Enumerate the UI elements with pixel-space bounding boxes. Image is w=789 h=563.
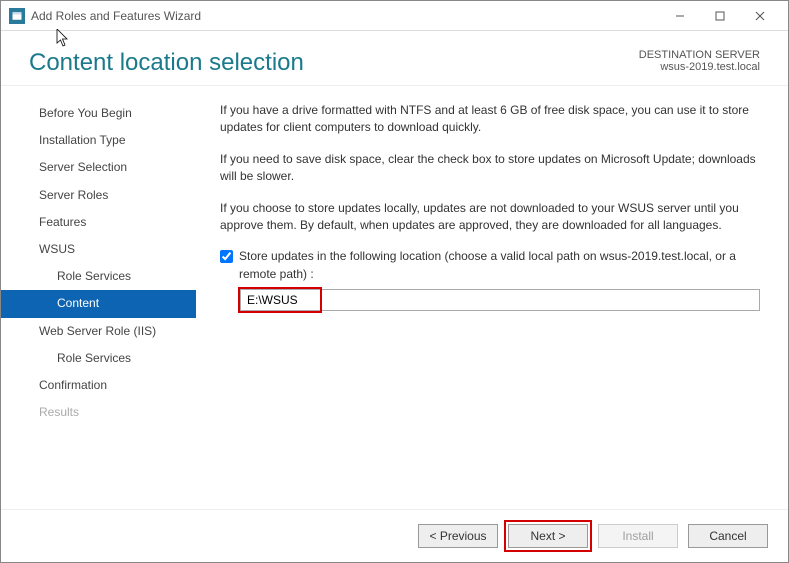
content-pane: If you have a drive formatted with NTFS …: [196, 86, 788, 509]
app-icon: [9, 8, 25, 24]
sidebar-item-before-you-begin[interactable]: Before You Begin: [1, 100, 196, 127]
sidebar: Before You Begin Installation Type Serve…: [1, 86, 196, 509]
sidebar-item-web-server-role[interactable]: Web Server Role (IIS): [1, 318, 196, 345]
next-button[interactable]: Next >: [508, 524, 588, 548]
sidebar-item-features[interactable]: Features: [1, 209, 196, 236]
store-updates-checkbox[interactable]: [220, 250, 233, 263]
wizard-window: Add Roles and Features Wizard Content lo…: [0, 0, 789, 563]
body: Before You Begin Installation Type Serve…: [1, 85, 788, 510]
sidebar-item-content[interactable]: Content: [1, 290, 196, 317]
sidebar-item-iis-role-services[interactable]: Role Services: [1, 345, 196, 372]
destination-server: wsus-2019.test.local: [639, 61, 760, 73]
sidebar-item-server-selection[interactable]: Server Selection: [1, 154, 196, 181]
content-paragraph-1: If you have a drive formatted with NTFS …: [220, 102, 764, 137]
sidebar-item-wsus-role-services[interactable]: Role Services: [1, 263, 196, 290]
sidebar-item-confirmation[interactable]: Confirmation: [1, 372, 196, 399]
maximize-button[interactable]: [700, 2, 740, 30]
minimize-button[interactable]: [660, 2, 700, 30]
window-title: Add Roles and Features Wizard: [31, 9, 660, 23]
titlebar: Add Roles and Features Wizard: [1, 1, 788, 31]
sidebar-item-installation-type[interactable]: Installation Type: [1, 127, 196, 154]
close-button[interactable]: [740, 2, 780, 30]
header: Content location selection DESTINATION S…: [1, 31, 788, 85]
cancel-button[interactable]: Cancel: [688, 524, 768, 548]
previous-button[interactable]: < Previous: [418, 524, 498, 548]
page-title: Content location selection: [29, 49, 304, 77]
window-controls: [660, 2, 780, 30]
sidebar-item-wsus[interactable]: WSUS: [1, 236, 196, 263]
destination-info: DESTINATION SERVER wsus-2019.test.local: [639, 49, 760, 73]
store-updates-label: Store updates in the following location …: [239, 248, 764, 283]
path-input-wrap: [240, 289, 760, 311]
content-paragraph-3: If you choose to store updates locally, …: [220, 200, 764, 235]
sidebar-item-server-roles[interactable]: Server Roles: [1, 182, 196, 209]
content-paragraph-2: If you need to save disk space, clear th…: [220, 151, 764, 186]
store-updates-row: Store updates in the following location …: [220, 248, 764, 283]
path-input[interactable]: [240, 289, 760, 311]
footer: < Previous Next > Install Cancel: [1, 510, 788, 562]
sidebar-item-results: Results: [1, 399, 196, 426]
install-button: Install: [598, 524, 678, 548]
destination-label: DESTINATION SERVER: [639, 49, 760, 61]
